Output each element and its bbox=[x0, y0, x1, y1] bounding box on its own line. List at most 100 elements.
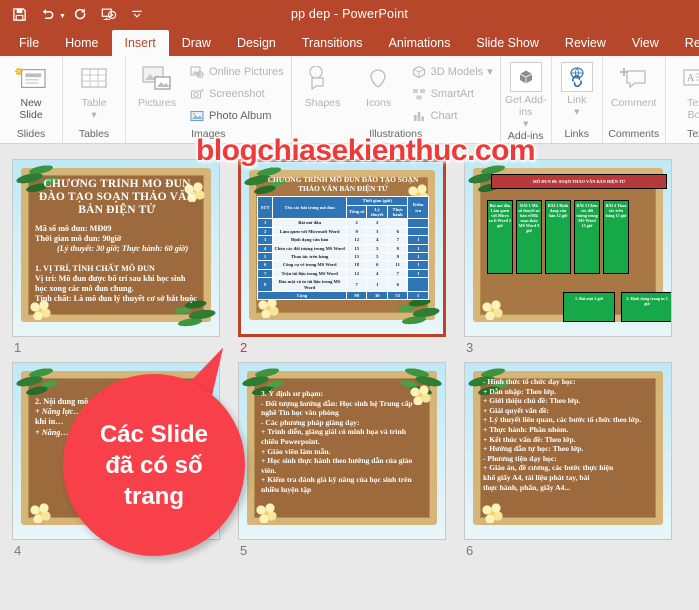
slide-1-line: Tính chất: Là mô đun lý thuyết cơ sở bắt… bbox=[35, 294, 197, 304]
text-box-icon: A bbox=[682, 61, 699, 97]
tab-insert[interactable]: Insert bbox=[111, 30, 169, 56]
group-label-addins: Add-ins bbox=[507, 130, 544, 142]
diagram-box-row: Bài mở đầu Làm quen với Micro so ft Word… bbox=[487, 200, 671, 274]
3d-models-button[interactable]: 3D Models ▾ bbox=[408, 61, 496, 82]
slide-cell-3[interactable]: MÔ ĐUN 09: SOẠN THẢO VĂN BẢN ĐIỆN TỬ Bài… bbox=[464, 159, 672, 355]
diagram-box: BÀI 2 Định dạng văn bản 12 giờ bbox=[545, 200, 571, 274]
link-label: Link bbox=[567, 94, 587, 106]
pictures-icon bbox=[141, 61, 173, 97]
start-presentation-button[interactable] bbox=[96, 2, 122, 26]
cell-name: Trộn tài liệu trong MS Word bbox=[272, 268, 347, 279]
slide-thumbnail-2[interactable]: CHƯƠNG TRÌNH MÔ ĐUN ĐÀO TẠO SOẠN THẢO VĂ… bbox=[238, 159, 446, 337]
tab-home[interactable]: Home bbox=[52, 30, 111, 56]
slide-1-content: CHƯƠNG TRÌNH MÔ ĐUN ĐÀO TẠO SOẠN THẢO VĂ… bbox=[35, 178, 199, 314]
cell-test: 1 bbox=[407, 268, 429, 279]
tab-draw[interactable]: Draw bbox=[169, 30, 224, 56]
slide-cell-2[interactable]: CHƯƠNG TRÌNH MÔ ĐUN ĐÀO TẠO SOẠN THẢO VĂ… bbox=[238, 159, 446, 355]
slide-6-line: khổ giấy A4, tài liệu phát tay, bài bbox=[483, 472, 590, 482]
online-pictures-label: Online Pictures bbox=[209, 65, 284, 78]
tab-animations[interactable]: Animations bbox=[376, 30, 464, 56]
chart-button[interactable]: Chart bbox=[408, 105, 496, 126]
icons-button[interactable]: Icons bbox=[352, 59, 406, 109]
tab-record[interactable]: Record bbox=[672, 30, 699, 56]
cell-test bbox=[407, 226, 429, 237]
photo-album-button[interactable]: Photo Album bbox=[186, 105, 287, 126]
cell-total: 12 bbox=[345, 268, 368, 279]
cell-test: 1 bbox=[407, 243, 429, 254]
get-addins-label: Get Add- ins bbox=[504, 94, 547, 118]
th-theory: Lý thuyết bbox=[366, 204, 388, 220]
cell-total: 2 bbox=[345, 218, 368, 228]
tab-view[interactable]: View bbox=[619, 30, 672, 56]
slide-cell-4[interactable]: 2. Nội dung mô đun + Năng lực… khi in… +… bbox=[12, 362, 220, 558]
shapes-button[interactable]: Shapes bbox=[296, 59, 350, 109]
3d-models-label: 3D Models bbox=[430, 65, 484, 78]
tab-design[interactable]: Design bbox=[224, 30, 289, 56]
smartart-icon bbox=[411, 86, 427, 102]
undo-dropdown-icon[interactable]: ▼ bbox=[59, 13, 66, 20]
cell-practice: 9 bbox=[386, 252, 409, 262]
cell-practice: 7 bbox=[386, 268, 409, 279]
new-slide-button[interactable]: New Slide bbox=[4, 59, 58, 121]
redo-button[interactable] bbox=[68, 2, 94, 26]
screenshot-button[interactable]: Screenshot bbox=[186, 83, 287, 104]
online-pictures-button[interactable]: Online Pictures bbox=[186, 61, 287, 82]
cell-total: 15 bbox=[345, 243, 368, 254]
pictures-label: Pictures bbox=[138, 97, 176, 109]
cell-theory: 5 bbox=[366, 243, 388, 254]
get-addins-button[interactable]: Get Add- ins ▾ bbox=[505, 59, 547, 130]
table-dropdown-icon[interactable]: ▾ bbox=[91, 109, 96, 121]
slide-6-line: + Giáo án, đề cương, các bước thực hiện bbox=[483, 463, 614, 473]
cell-total-label: Cộng bbox=[257, 291, 347, 301]
link-dropdown-icon[interactable]: ▾ bbox=[574, 106, 579, 118]
save-button[interactable] bbox=[6, 2, 32, 26]
tab-review[interactable]: Review bbox=[552, 30, 619, 56]
cell-idx: 3 bbox=[257, 235, 274, 245]
slide-6-line: + Giải quyết vấn đề: bbox=[483, 405, 549, 415]
slide-cell-6[interactable]: - Hình thức tổ chức dạy học: + Dẫn nhập:… bbox=[464, 362, 672, 558]
slide-sorter-pane[interactable]: CHƯƠNG TRÌNH MÔ ĐUN ĐÀO TẠO SOẠN THẢO VĂ… bbox=[0, 145, 699, 610]
new-slide-icon bbox=[14, 61, 48, 97]
slide-6-line: + Dẫn nhập: Theo lớp. bbox=[483, 386, 557, 396]
text-box-button[interactable]: A Text Box bbox=[670, 59, 699, 121]
slide-thumbnail-4[interactable]: 2. Nội dung mô đun + Năng lực… khi in… +… bbox=[12, 362, 220, 540]
slide-cell-1[interactable]: CHƯƠNG TRÌNH MÔ ĐUN ĐÀO TẠO SOẠN THẢO VĂ… bbox=[12, 159, 220, 355]
tab-slide-show[interactable]: Slide Show bbox=[463, 30, 552, 56]
slide-thumbnail-1[interactable]: CHƯƠNG TRÌNH MÔ ĐUN ĐÀO TẠO SOẠN THẢO VĂ… bbox=[12, 159, 220, 337]
smartart-label: SmartArt bbox=[430, 87, 474, 100]
th-test: Kiểm tra bbox=[407, 196, 429, 220]
addins-dropdown-icon[interactable]: ▾ bbox=[523, 118, 528, 130]
online-pictures-icon bbox=[189, 64, 205, 80]
undo-button[interactable] bbox=[34, 2, 60, 26]
tab-file[interactable]: File bbox=[6, 30, 52, 56]
th-total: Tổng số bbox=[345, 204, 368, 220]
slide-5-line: + Giáo viên làm mẫu. bbox=[261, 446, 331, 456]
diagram-box: BÀI 1 Mã số thuyết sư bản vềMã soạn thảo… bbox=[516, 200, 542, 274]
3d-models-dropdown-icon[interactable]: ▾ bbox=[487, 65, 493, 78]
slide-1-line: Thời gian mô đun: 90giờ bbox=[35, 234, 122, 244]
slide-cell-5[interactable]: 3. Ý định sư phạm: - Đối tượng hướng dẫn… bbox=[238, 362, 446, 558]
table-button[interactable]: Table ▾ bbox=[67, 59, 121, 121]
slide-1-line: (Lý thuyết: 30 giờ; Thực hành: 60 giờ) bbox=[57, 244, 189, 254]
slide-1-line: Vị trí: Mô đun được bố trí sau khi học s… bbox=[35, 273, 186, 294]
comment-button[interactable]: Comment bbox=[607, 59, 661, 109]
link-button[interactable]: Link ▾ bbox=[556, 59, 598, 118]
addins-icon bbox=[509, 62, 542, 92]
slide-thumbnail-3[interactable]: MÔ ĐUN 09: SOẠN THẢO VĂN BẢN ĐIỆN TỬ Bài… bbox=[464, 159, 672, 337]
diagram-sub-box: 2. Định dạng trang in 2 giờ bbox=[621, 292, 671, 322]
pictures-button[interactable]: Pictures bbox=[130, 59, 184, 109]
cell-theory: 2 bbox=[366, 218, 388, 228]
tab-transitions[interactable]: Transitions bbox=[289, 30, 376, 56]
slide-thumbnail-5[interactable]: 3. Ý định sư phạm: - Đối tượng hướng dẫn… bbox=[238, 362, 446, 540]
smartart-button[interactable]: SmartArt bbox=[408, 83, 496, 104]
table-row: 6 Công cụ vẽ trong MS Word 18 6 11 1 bbox=[257, 260, 429, 270]
slide-thumbnail-6[interactable]: - Hình thức tổ chức dạy học: + Dẫn nhập:… bbox=[464, 362, 672, 540]
table-head: STT Tên các bài trong mô đun Thời gian (… bbox=[257, 196, 429, 220]
ribbon-group-addins: Get Add- ins ▾ Add-ins bbox=[501, 56, 552, 143]
cell-test: 1 bbox=[407, 235, 429, 245]
cell-practice: 7 bbox=[386, 235, 409, 245]
slide-6-line: + Lý thuyết liên quan, các bước tổ chức … bbox=[483, 415, 642, 425]
customize-qat-button[interactable] bbox=[124, 2, 150, 26]
ribbon-group-text: A Text Box Text bbox=[666, 56, 699, 143]
